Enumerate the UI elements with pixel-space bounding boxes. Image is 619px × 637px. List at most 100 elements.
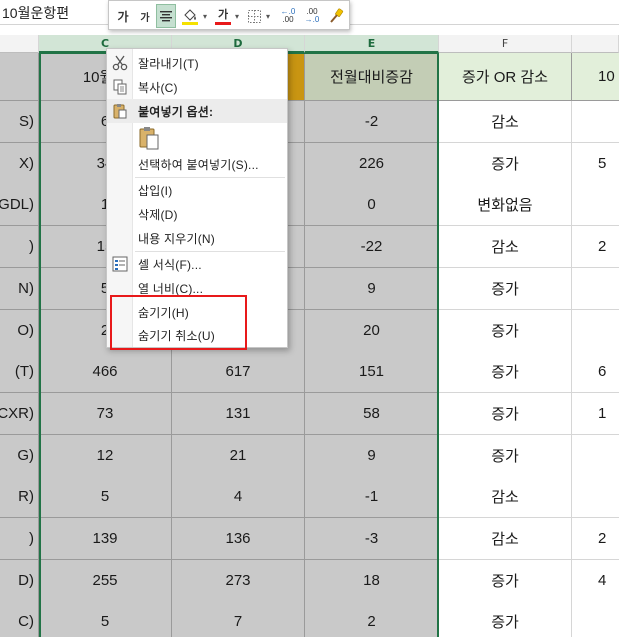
shrink-font-icon[interactable]: 가 bbox=[135, 4, 155, 28]
menu-item-copy[interactable]: 복사(C) bbox=[107, 75, 287, 99]
table-cell-g[interactable]: 1 bbox=[572, 392, 619, 435]
table-cell-f[interactable]: 증가 bbox=[439, 267, 572, 310]
table-cell-e[interactable]: 18 bbox=[305, 559, 439, 602]
table-header-cell[interactable]: 10 bbox=[572, 53, 619, 101]
table-cell-f[interactable]: 증가 bbox=[439, 434, 572, 477]
table-cell-f[interactable]: 증가 bbox=[439, 601, 572, 637]
table-cell-a[interactable]: ) bbox=[0, 518, 39, 560]
table-cell-c[interactable]: 73 bbox=[39, 392, 172, 435]
column-header-e[interactable]: E bbox=[305, 35, 439, 53]
menu-item-clear-contents[interactable]: 내용 지우기(N) bbox=[107, 226, 287, 250]
table-cell-f[interactable]: 증가 bbox=[439, 559, 572, 602]
table-cell-e[interactable]: 151 bbox=[305, 351, 439, 394]
fill-color-icon[interactable] bbox=[179, 4, 201, 28]
borders-dropdown-icon[interactable]: ▾ bbox=[264, 4, 272, 28]
cell-value: 6 bbox=[598, 363, 607, 381]
table-cell-f[interactable]: 증가 bbox=[439, 309, 572, 352]
decrease-decimal-icon[interactable]: .00 →.0 bbox=[301, 4, 323, 28]
table-cell-g[interactable] bbox=[572, 309, 619, 352]
table-cell-d[interactable]: 7 bbox=[172, 601, 305, 637]
table-cell-g[interactable] bbox=[572, 101, 619, 143]
column-header-f[interactable]: F bbox=[439, 35, 572, 53]
table-cell-c[interactable]: 466 bbox=[39, 351, 172, 394]
table-cell-d[interactable]: 136 bbox=[172, 518, 305, 560]
cell-value: 18 bbox=[363, 571, 380, 589]
font-color-icon[interactable]: 가 bbox=[213, 4, 233, 28]
table-cell-d[interactable]: 4 bbox=[172, 476, 305, 519]
table-cell-a[interactable]: D) bbox=[0, 559, 39, 602]
table-cell-e[interactable]: -22 bbox=[305, 226, 439, 269]
table-cell-d[interactable]: 617 bbox=[172, 351, 305, 394]
table-cell-g[interactable] bbox=[572, 267, 619, 310]
table-cell-a[interactable]: X) bbox=[0, 142, 39, 185]
table-cell-e[interactable]: -1 bbox=[305, 476, 439, 519]
table-cell-c[interactable]: 255 bbox=[39, 559, 172, 602]
table-cell-e[interactable]: -3 bbox=[305, 518, 439, 560]
table-cell-d[interactable]: 21 bbox=[172, 434, 305, 477]
table-cell-e[interactable]: 0 bbox=[305, 184, 439, 227]
table-cell-a[interactable]: O) bbox=[0, 309, 39, 352]
table-cell-f[interactable]: 변화없음 bbox=[439, 184, 572, 227]
table-cell-a[interactable]: C) bbox=[0, 601, 39, 637]
paste-option-button[interactable] bbox=[135, 125, 163, 151]
table-cell-a[interactable]: GDL) bbox=[0, 184, 39, 227]
table-cell-g[interactable]: 2 bbox=[572, 226, 619, 269]
table-header-cell[interactable]: 전월대비증감 bbox=[305, 53, 439, 101]
cell-value: -3 bbox=[364, 530, 379, 547]
table-cell-d[interactable]: 131 bbox=[172, 392, 305, 435]
menu-item-format-cells[interactable]: 셀 서식(F)... bbox=[107, 252, 287, 276]
fill-color-dropdown-icon[interactable]: ▾ bbox=[201, 4, 209, 28]
table-cell-f[interactable]: 감소 bbox=[439, 101, 572, 143]
table-cell-g[interactable]: 6 bbox=[572, 351, 619, 394]
menu-item-insert[interactable]: 삽입(I) bbox=[107, 178, 287, 202]
table-cell-g[interactable] bbox=[572, 601, 619, 637]
table-cell-g[interactable]: 4 bbox=[572, 559, 619, 602]
table-cell-a[interactable]: N) bbox=[0, 267, 39, 310]
table-cell-f[interactable]: 증가 bbox=[439, 142, 572, 185]
table-cell-f[interactable]: 감소 bbox=[439, 226, 572, 269]
menu-item-cut[interactable]: 잘라내기(T) bbox=[107, 51, 287, 75]
table-cell-g[interactable]: 2 bbox=[572, 518, 619, 560]
table-cell-c[interactable]: 5 bbox=[39, 476, 172, 519]
table-cell-c[interactable]: 12 bbox=[39, 434, 172, 477]
table-header-cell[interactable] bbox=[0, 53, 39, 101]
table-cell-f[interactable]: 증가 bbox=[439, 351, 572, 394]
table-cell-g[interactable]: 5 bbox=[572, 142, 619, 185]
table-cell-f[interactable]: 감소 bbox=[439, 476, 572, 519]
table-cell-a[interactable]: R) bbox=[0, 476, 39, 519]
menu-item-delete[interactable]: 삭제(D) bbox=[107, 202, 287, 226]
table-cell-e[interactable]: 20 bbox=[305, 309, 439, 352]
table-cell-d[interactable]: 273 bbox=[172, 559, 305, 602]
table-cell-e[interactable]: 58 bbox=[305, 392, 439, 435]
menu-item-paste-special[interactable]: 선택하여 붙여넣기(S)... bbox=[107, 152, 287, 176]
cell-value: 2 bbox=[367, 613, 376, 631]
table-cell-a[interactable]: ) bbox=[0, 226, 39, 269]
align-center-icon[interactable] bbox=[156, 4, 176, 28]
table-cell-a[interactable]: (T) bbox=[0, 351, 39, 394]
table-cell-a[interactable]: CXR) bbox=[0, 392, 39, 435]
table-cell-a[interactable]: G) bbox=[0, 434, 39, 477]
table-cell-g[interactable] bbox=[572, 434, 619, 477]
table-cell-a[interactable]: S) bbox=[0, 101, 39, 143]
table-cell-c[interactable]: 5 bbox=[39, 601, 172, 637]
cell-value: (T) bbox=[14, 363, 34, 381]
increase-decimal-icon[interactable]: ←.0.00 bbox=[277, 4, 299, 28]
table-cell-e[interactable]: 226 bbox=[305, 142, 439, 185]
table-cell-e[interactable]: 9 bbox=[305, 434, 439, 477]
table-cell-c[interactable]: 139 bbox=[39, 518, 172, 560]
table-header-cell[interactable]: 증가 OR 감소 bbox=[439, 53, 572, 101]
table-cell-g[interactable] bbox=[572, 184, 619, 227]
table-cell-e[interactable]: 2 bbox=[305, 601, 439, 637]
table-cell-f[interactable]: 감소 bbox=[439, 518, 572, 560]
table-cell-f[interactable]: 증가 bbox=[439, 392, 572, 435]
cell-value: 1 bbox=[598, 404, 607, 422]
table-cell-g[interactable] bbox=[572, 476, 619, 519]
grow-font-icon[interactable]: 가 bbox=[113, 4, 133, 28]
column-header-g[interactable] bbox=[572, 35, 619, 53]
column-header-b[interactable] bbox=[0, 35, 39, 53]
font-color-dropdown-icon[interactable]: ▾ bbox=[233, 4, 241, 28]
table-cell-e[interactable]: -2 bbox=[305, 101, 439, 143]
table-cell-e[interactable]: 9 bbox=[305, 267, 439, 310]
borders-icon[interactable] bbox=[245, 4, 263, 28]
format-painter-icon[interactable] bbox=[325, 4, 347, 28]
